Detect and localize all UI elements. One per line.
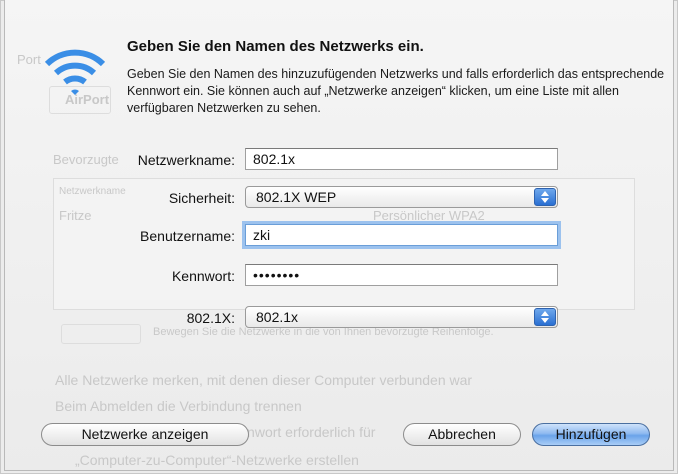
bg-option-adhoc: „Computer-zu-Computer“-Netzwerke erstell… [75, 452, 359, 468]
password-label: Kennwort: [171, 268, 235, 284]
security-popup[interactable]: 802.1X WEP [245, 186, 558, 208]
password-field[interactable]: •••••••• [245, 264, 558, 286]
security-label: Sicherheit: [168, 190, 235, 206]
network-name-label: Netzwerkname: [137, 152, 235, 168]
show-networks-button[interactable]: Netzwerke anzeigen [41, 423, 249, 446]
bg-security-col: Persönlicher WPA2 [373, 208, 485, 223]
bg-option-remember: Alle Netzwerke merken, mit denen dieser … [55, 372, 473, 388]
dialog-title: Geben Sie den Namen des Netzwerks ein. [127, 38, 424, 55]
eap-config-popup-value: 802.1x [256, 309, 299, 325]
add-button[interactable]: Hinzufügen [532, 423, 650, 446]
bg-plus-minus-buttons [61, 324, 141, 344]
cancel-button[interactable]: Abbrechen [403, 423, 521, 446]
eap-config-label: 802.1X: [186, 310, 235, 326]
wifi-icon [44, 49, 106, 95]
add-network-sheet: Port AirPort Bevorzugte Netzwerkname Fri… [4, 0, 674, 471]
bg-option-disconnect: Beim Abmelden die Verbindung trennen [55, 398, 302, 414]
bg-port-label: Port [17, 52, 41, 67]
bg-network-row: Fritze [59, 208, 92, 223]
popup-arrows-icon [534, 308, 556, 326]
popup-arrows-icon [534, 188, 556, 206]
username-label: Benutzername: [140, 228, 235, 244]
network-name-field[interactable]: 802.1x [245, 148, 558, 170]
eap-config-popup[interactable]: 802.1x [245, 306, 558, 328]
security-popup-value: 802.1X WEP [256, 189, 337, 205]
dialog-description: Geben Sie den Namen des hinzuzufügenden … [127, 67, 665, 115]
username-field[interactable]: zki [245, 224, 558, 246]
